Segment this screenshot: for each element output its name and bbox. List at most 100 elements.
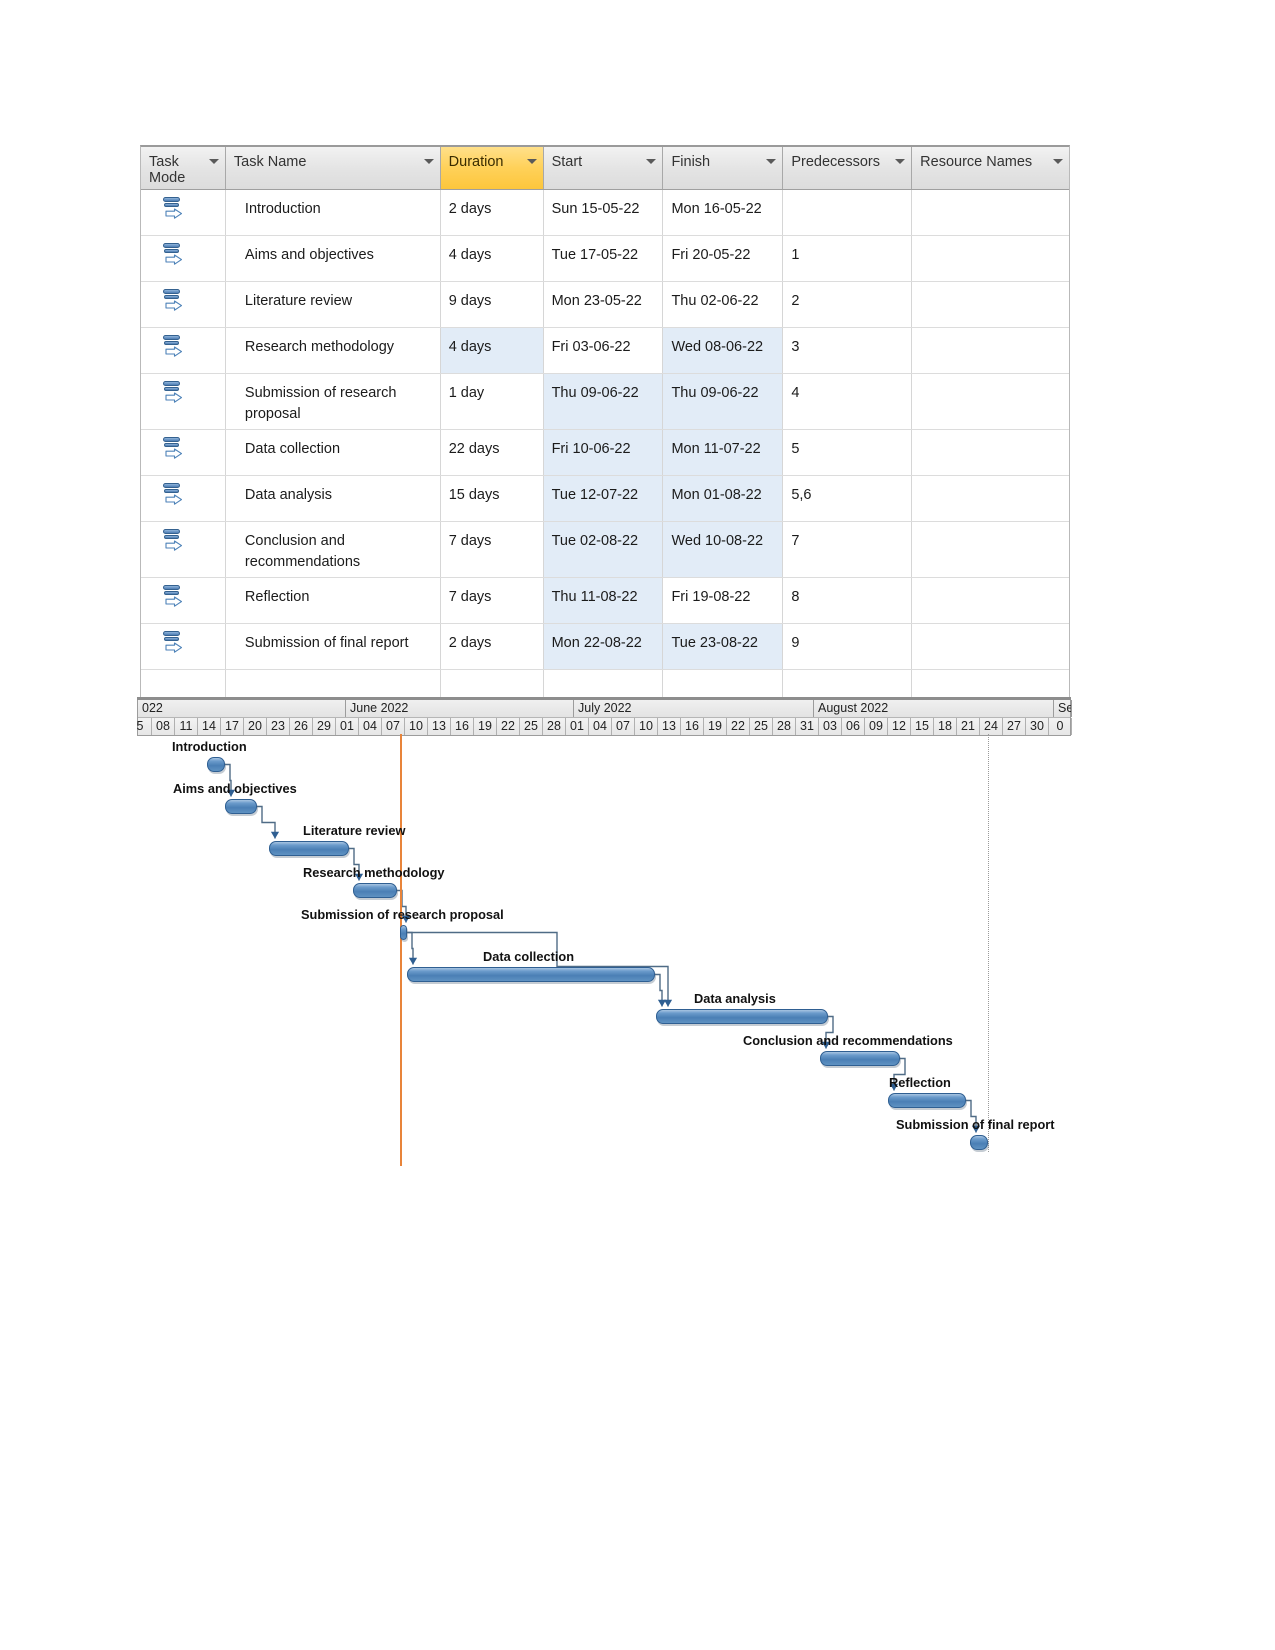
cell-task-mode[interactable] xyxy=(141,578,226,623)
column-header-start[interactable]: Start xyxy=(544,147,664,189)
cell-resource-names[interactable] xyxy=(912,522,1069,577)
table-row[interactable]: Reflection 7 days Thu 11-08-22 Fri 19-08-22… xyxy=(141,578,1069,624)
cell-resource-names[interactable] xyxy=(912,578,1069,623)
cell-predecessors[interactable]: 9 xyxy=(783,624,913,669)
table-row[interactable]: Introduction 2 days Sun 15-05-22 Mon 16-05-… xyxy=(141,190,1069,236)
cell-start[interactable]: Fri 03-06-22 xyxy=(544,328,664,373)
cell-task-mode[interactable] xyxy=(141,522,226,577)
cell-task-mode[interactable] xyxy=(141,190,226,235)
gantt-bar[interactable] xyxy=(207,757,225,772)
cell-duration[interactable]: 22 days xyxy=(441,430,544,475)
cell-task-mode[interactable] xyxy=(141,282,226,327)
cell-resource-names[interactable] xyxy=(912,624,1069,669)
cell-start[interactable]: Tue 12-07-22 xyxy=(543,476,664,521)
filter-arrow-icon[interactable] xyxy=(646,159,657,164)
cell-finish[interactable]: Wed 10-08-22 xyxy=(663,522,784,577)
cell-finish[interactable]: Fri 20-05-22 xyxy=(663,236,784,281)
cell-task-name[interactable]: Reflection xyxy=(226,578,441,623)
filter-arrow-icon[interactable] xyxy=(895,159,906,164)
cell-start[interactable]: Fri 10-06-22 xyxy=(543,430,664,475)
cell-start[interactable]: Mon 23-05-22 xyxy=(544,282,664,327)
cell-resource-names[interactable] xyxy=(912,374,1069,429)
column-header-finish[interactable]: Finish xyxy=(663,147,784,189)
column-header-predecessors[interactable]: Predecessors xyxy=(783,147,913,189)
cell-start[interactable]: Tue 17-05-22 xyxy=(544,236,664,281)
gantt-bar[interactable] xyxy=(888,1093,966,1108)
column-header-resource-names[interactable]: Resource Names xyxy=(912,147,1069,189)
cell-task-name[interactable]: Literature review xyxy=(226,282,441,327)
table-row[interactable]: Literature review 9 days Mon 23-05-22 Thu 0… xyxy=(141,282,1069,328)
cell-predecessors[interactable]: 4 xyxy=(783,374,913,429)
cell-task-name[interactable]: Data collection xyxy=(226,430,441,475)
table-row[interactable]: Conclusion and recommendations 7 days Tue … xyxy=(141,522,1069,578)
cell-start[interactable]: Thu 11-08-22 xyxy=(543,578,664,623)
filter-arrow-icon[interactable] xyxy=(766,159,777,164)
cell-predecessors[interactable]: 3 xyxy=(783,328,913,373)
cell-resource-names[interactable] xyxy=(912,328,1069,373)
cell-duration[interactable]: 9 days xyxy=(441,282,544,327)
cell-task-name[interactable]: Submission of research proposal xyxy=(226,374,441,429)
cell-predecessors[interactable] xyxy=(783,190,913,235)
cell-predecessors[interactable]: 5,6 xyxy=(783,476,913,521)
cell-start[interactable]: Thu 09-06-22 xyxy=(543,374,664,429)
cell-start[interactable]: Mon 22-08-22 xyxy=(543,624,664,669)
cell-resource-names[interactable] xyxy=(912,190,1069,235)
cell-task-mode[interactable] xyxy=(141,624,226,669)
cell-predecessors[interactable]: 2 xyxy=(783,282,913,327)
cell-duration[interactable]: 2 days xyxy=(441,624,544,669)
cell-task-mode[interactable] xyxy=(141,236,226,281)
cell-resource-names[interactable] xyxy=(912,236,1069,281)
cell-task-name[interactable]: Research methodology xyxy=(226,328,441,373)
cell-duration[interactable]: 1 day xyxy=(441,374,544,429)
cell-task-mode[interactable] xyxy=(141,374,226,429)
table-row[interactable]: Aims and objectives 4 days Tue 17-05-22 Fri… xyxy=(141,236,1069,282)
gantt-bar[interactable] xyxy=(225,799,257,814)
filter-arrow-icon[interactable] xyxy=(526,159,537,164)
cell-task-name[interactable]: Conclusion and recommendations xyxy=(226,522,441,577)
cell-resource-names[interactable] xyxy=(912,476,1069,521)
table-row[interactable]: Data analysis 15 days Tue 12-07-22 Mon 01-0… xyxy=(141,476,1069,522)
cell-finish[interactable]: Mon 16-05-22 xyxy=(663,190,784,235)
table-row[interactable]: Submission of research proposal 1 day Thu … xyxy=(141,374,1069,430)
filter-arrow-icon[interactable] xyxy=(208,159,219,164)
cell-duration[interactable]: 2 days xyxy=(441,190,544,235)
table-row[interactable]: Data collection 22 days Fri 10-06-22 Mon 11… xyxy=(141,430,1069,476)
cell-predecessors[interactable]: 1 xyxy=(783,236,913,281)
cell-finish[interactable]: Mon 11-07-22 xyxy=(663,430,784,475)
gantt-bar[interactable] xyxy=(400,925,407,940)
table-row[interactable]: Research methodology 4 days Fri 03-06-22 We… xyxy=(141,328,1069,374)
cell-finish[interactable]: Thu 09-06-22 xyxy=(663,374,784,429)
column-header-task-name[interactable]: Task Name xyxy=(226,147,441,189)
column-header-duration[interactable]: Duration xyxy=(440,147,544,189)
gantt-bar[interactable] xyxy=(820,1051,900,1066)
cell-finish[interactable]: Tue 23-08-22 xyxy=(663,624,784,669)
cell-task-mode[interactable] xyxy=(141,328,226,373)
cell-finish[interactable]: Thu 02-06-22 xyxy=(663,282,784,327)
cell-task-name[interactable]: Aims and objectives xyxy=(226,236,441,281)
gantt-bar[interactable] xyxy=(269,841,349,856)
cell-duration[interactable]: 4 days xyxy=(440,328,544,373)
cell-start[interactable]: Sun 15-05-22 xyxy=(544,190,664,235)
table-row[interactable]: Submission of final report 2 days Mon 22-0… xyxy=(141,624,1069,670)
cell-start[interactable]: Tue 02-08-22 xyxy=(543,522,664,577)
gantt-bar[interactable] xyxy=(353,883,397,898)
gantt-bar[interactable] xyxy=(407,967,655,982)
cell-task-mode[interactable] xyxy=(141,430,226,475)
cell-task-name[interactable]: Submission of final report xyxy=(226,624,441,669)
cell-finish[interactable]: Fri 19-08-22 xyxy=(663,578,784,623)
cell-predecessors[interactable]: 8 xyxy=(783,578,913,623)
cell-task-mode[interactable] xyxy=(141,476,226,521)
gantt-bar[interactable] xyxy=(970,1135,988,1150)
cell-task-name[interactable]: Data analysis xyxy=(226,476,441,521)
gantt-bar[interactable] xyxy=(656,1009,828,1024)
cell-resource-names[interactable] xyxy=(912,430,1069,475)
filter-arrow-icon[interactable] xyxy=(423,159,434,164)
column-header-task-mode[interactable]: Task Mode xyxy=(141,147,226,189)
cell-duration[interactable]: 7 days xyxy=(441,522,544,577)
cell-predecessors[interactable]: 7 xyxy=(783,522,913,577)
cell-finish[interactable]: Mon 01-08-22 xyxy=(663,476,784,521)
cell-duration[interactable]: 15 days xyxy=(441,476,544,521)
cell-duration[interactable]: 4 days xyxy=(441,236,544,281)
cell-task-name[interactable]: Introduction xyxy=(226,190,441,235)
cell-duration[interactable]: 7 days xyxy=(441,578,544,623)
